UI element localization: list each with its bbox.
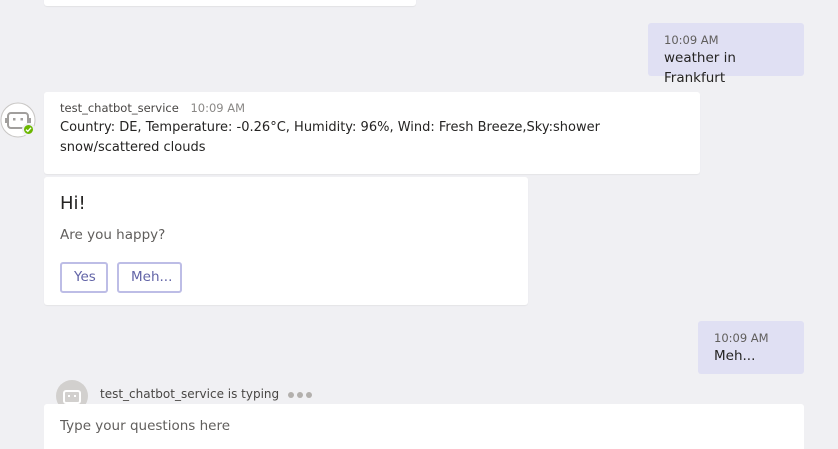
previous-message-card: [44, 0, 416, 6]
message-input[interactable]: [44, 404, 804, 447]
bot-message-header: test_chatbot_service 10:09 AM: [60, 100, 684, 116]
message-timestamp: 10:09 AM: [714, 331, 769, 345]
bot-message: test_chatbot_service 10:09 AM Country: D…: [44, 92, 700, 174]
message-timestamp: 10:09 AM: [664, 33, 719, 47]
user-message: 10:09 AM weather in Frankfurt: [648, 23, 804, 86]
card-actions: Yes Meh...: [60, 262, 182, 293]
card-subtitle: Are you happy?: [60, 227, 166, 243]
message-text: Meh...: [714, 348, 756, 364]
typing-dots-icon: [287, 391, 312, 398]
sender-name: test_chatbot_service: [60, 101, 179, 115]
yes-button[interactable]: Yes: [60, 262, 108, 293]
message-text: weather in Frankfurt: [664, 50, 736, 86]
presence-available-icon: [22, 123, 35, 136]
typing-label: test_chatbot_service is typing: [100, 387, 280, 401]
hero-card: Hi! Are you happy? Yes Meh...: [44, 177, 528, 305]
card-title: Hi!: [60, 193, 86, 214]
meh-button[interactable]: Meh...: [117, 262, 182, 293]
message-timestamp: 10:09 AM: [190, 101, 246, 115]
message-text: Country: DE, Temperature: -0.26°C, Humid…: [60, 120, 600, 155]
user-message: 10:09 AM Meh...: [698, 321, 804, 374]
compose-box: [44, 404, 804, 449]
